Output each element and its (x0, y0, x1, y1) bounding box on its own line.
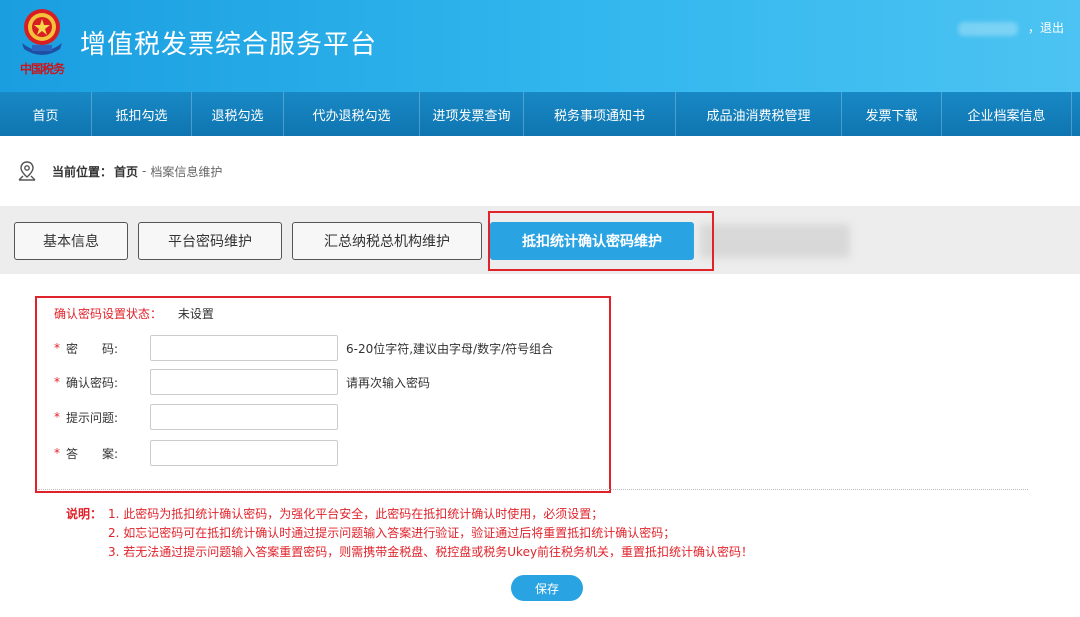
notes-label: 说明： (66, 507, 103, 521)
nav-item-invoice-download[interactable]: 发票下载 (842, 92, 942, 136)
password-status: 确认密码设置状态： 未设置 (54, 305, 214, 322)
breadcrumb: 当前位置： 首页 - 档案信息维护 (16, 160, 222, 182)
nav-item-deduction-select[interactable]: 抵扣勾选 (92, 92, 192, 136)
tab-deduction-confirm-password[interactable]: 抵扣统计确认密码维护 (490, 222, 694, 260)
nav-item-refund-select[interactable]: 退税勾选 (192, 92, 284, 136)
app-title: 增值税发票综合服务平台 (80, 30, 378, 60)
blurred-tab (700, 224, 850, 258)
required-mark: * (54, 341, 60, 355)
note-item: 1. 此密码为抵扣统计确认密码，为强化平台安全，此密码在抵扣统计确认时使用，必须… (108, 507, 604, 521)
confirm-password-input[interactable] (150, 369, 338, 395)
status-value: 未设置 (177, 307, 214, 321)
confirm-password-hint: 请再次输入密码 (346, 375, 431, 390)
note-item: 3. 若无法通过提示问题输入答案重置密码，则需携带金税盘、税控盘或税务Ukey前… (108, 545, 754, 559)
tab-basic-info[interactable]: 基本信息 (14, 222, 128, 260)
divider (38, 489, 1028, 490)
emblem-caption: 中国税务 (19, 62, 65, 76)
nav-item-tax-notice[interactable]: 税务事项通知书 (524, 92, 676, 136)
app-header: 中国税务 增值税发票综合服务平台 ，退出 (0, 0, 1080, 92)
confirm-password-row: * 确认密码: 请再次输入密码 (54, 369, 430, 395)
nav-item-enterprise-profile[interactable]: 企业档案信息 (942, 92, 1072, 136)
status-label: 确认密码设置状态： (54, 307, 163, 321)
breadcrumb-current: 档案信息维护 (150, 164, 223, 179)
password-hint: 6-20位字符,建议由字母/数字/符号组合 (346, 341, 554, 356)
answer-input[interactable] (150, 440, 338, 466)
hint-question-row: * 提示问题: (54, 404, 338, 430)
breadcrumb-home-link[interactable]: 首页 (114, 163, 138, 180)
note-item: 2. 如忘记密码可在抵扣统计确认时通过提示问题输入答案进行验证，验证通过后将重置… (108, 526, 676, 540)
required-mark: * (54, 410, 60, 424)
national-emblem-icon (22, 9, 62, 55)
tab-platform-password[interactable]: 平台密码维护 (138, 222, 282, 260)
password-input[interactable] (150, 335, 338, 361)
breadcrumb-label: 当前位置： (52, 164, 113, 179)
breadcrumb-separator: - (142, 164, 147, 178)
hint-question-input[interactable] (150, 404, 338, 430)
required-mark: * (54, 375, 60, 389)
location-pin-icon (18, 161, 36, 181)
main-nav: 首页 抵扣勾选 退税勾选 代办退税勾选 进项发票查询 税务事项通知书 成品油消费… (0, 92, 1080, 136)
answer-row: * 答 案: (54, 440, 338, 466)
hint-question-label: 提示问题: (66, 410, 119, 425)
nav-item-oil-tax-management[interactable]: 成品油消费税管理 (676, 92, 842, 136)
nav-item-input-invoice-query[interactable]: 进项发票查询 (420, 92, 524, 136)
save-button[interactable]: 保存 (511, 575, 583, 601)
required-mark: * (54, 446, 60, 460)
nav-item-agent-refund-select[interactable]: 代办退税勾选 (284, 92, 420, 136)
tab-bar: 基本信息 平台密码维护 汇总纳税总机构维护 抵扣统计确认密码维护 (0, 206, 1080, 274)
password-label: 密 码: (66, 341, 119, 356)
logout-link[interactable]: ，退出 (1028, 19, 1064, 36)
password-row: * 密 码: 6-20位字符,建议由字母/数字/符号组合 (54, 335, 553, 361)
tab-summary-tax-org[interactable]: 汇总纳税总机构维护 (292, 222, 482, 260)
nav-item-home[interactable]: 首页 (0, 92, 92, 136)
answer-label: 答 案: (66, 446, 119, 461)
username-blurred (958, 22, 1018, 36)
confirm-password-label: 确认密码: (66, 375, 119, 390)
